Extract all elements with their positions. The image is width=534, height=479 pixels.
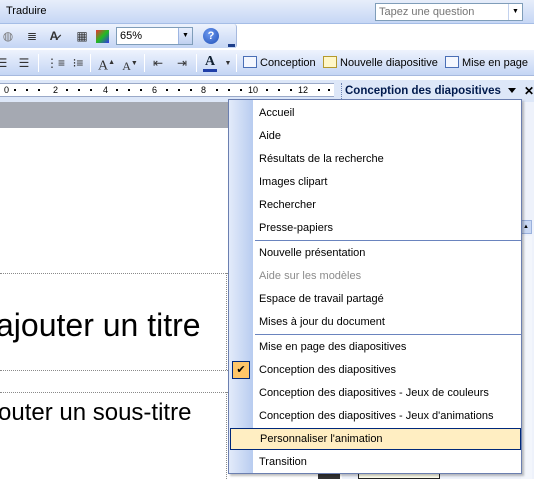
ask-question-box[interactable]: ▼ <box>375 3 523 21</box>
title-placeholder[interactable]: ajouter un titre <box>0 305 201 345</box>
menu-item-espace-travail-partage[interactable]: Espace de travail partagé <box>229 288 521 310</box>
placeholder-border <box>226 273 227 370</box>
menu-item-rechercher[interactable]: Rechercher <box>229 194 521 216</box>
menu-item-transition[interactable]: Transition <box>229 451 521 473</box>
menu-item-label: Mise en page des diapositives <box>259 341 407 353</box>
menu-item-label: Conception des diapositives - Jeux d'ani… <box>259 410 494 422</box>
menu-item-label: Conception des diapositives - Jeux de co… <box>259 387 489 399</box>
placeholder-border <box>226 392 227 479</box>
chevron-down-icon[interactable]: ▼ <box>220 56 236 72</box>
menu-item-label: Rechercher <box>259 199 316 211</box>
slide-area-top <box>0 102 228 128</box>
menu-item-label: Mises à jour du document <box>259 316 385 328</box>
new-slide-button[interactable]: Nouvelle diapositive <box>323 55 438 71</box>
menu-item-jeux-couleurs[interactable]: Conception des diapositives - Jeux de co… <box>229 382 521 404</box>
ruler-label: 8 <box>201 85 207 95</box>
conception-button[interactable]: Conception <box>243 55 316 71</box>
placeholder-border <box>0 273 228 274</box>
page-setup-button[interactable]: Mise en page <box>445 55 528 71</box>
menu-item-label: Aide sur les modèles <box>259 270 362 282</box>
horizontal-ruler[interactable]: 0 2 4 6 8 10 12 <box>0 83 334 97</box>
toolbar-separator <box>90 54 91 72</box>
menu-item-images-clipart[interactable]: Images clipart <box>229 171 521 193</box>
menu-item-jeux-animations[interactable]: Conception des diapositives - Jeux d'ani… <box>229 405 521 427</box>
ruler-label: 4 <box>103 85 109 95</box>
menu-separator <box>255 240 521 241</box>
ruler-label: 6 <box>152 85 158 95</box>
menu-item-label: Transition <box>259 456 307 468</box>
new-slide-label: Nouvelle diapositive <box>340 57 438 69</box>
menu-item-label: Presse-papiers <box>259 222 333 234</box>
help-icon[interactable]: ? <box>203 28 219 44</box>
placeholder-border <box>0 392 228 393</box>
page-setup-label: Mise en page <box>462 57 529 69</box>
ruler-label: 10 <box>248 85 259 95</box>
menu-separator <box>255 334 521 335</box>
menu-item-label: Nouvelle présentation <box>259 247 366 259</box>
numbered-list-icon[interactable]: ⋮≡ <box>46 55 65 71</box>
bullet-list-icon[interactable]: ⁝≡ <box>70 55 86 71</box>
toolbar-separator <box>144 54 145 72</box>
font-color-icon[interactable]: A <box>201 54 219 72</box>
menu-item-nouvelle-presentation[interactable]: Nouvelle présentation <box>229 242 521 264</box>
zoom-select[interactable]: 65% ▼ <box>116 27 193 45</box>
chevron-down-icon[interactable]: ▼ <box>508 4 522 20</box>
menu-item-personnaliser-animation[interactable]: Personnaliser l'animation <box>230 428 521 450</box>
formatting-icon[interactable]: A̷ <box>46 28 62 44</box>
conception-label: Conception <box>260 57 316 69</box>
menu-traduire[interactable]: Traduire <box>6 5 47 17</box>
toolbar-separator <box>38 54 39 72</box>
expand-icon[interactable]: ≣ <box>24 28 40 44</box>
menu-item-conception-diapositives[interactable]: ✔ Conception des diapositives <box>229 359 521 381</box>
ruler-label: 2 <box>53 85 59 95</box>
menu-item-label: Aide <box>259 130 282 142</box>
ruler-label: 12 <box>298 85 309 95</box>
ruler-label: 0 <box>4 85 10 95</box>
menu-item-label: Conception des diapositives <box>259 364 396 376</box>
menu-item-label: Résultats de la recherche <box>259 153 384 165</box>
toolbar-separator <box>196 54 197 72</box>
grid-icon[interactable]: ▦ <box>74 28 90 44</box>
menu-item-resultats-recherche[interactable]: Résultats de la recherche <box>229 148 521 170</box>
close-icon[interactable]: ✕ <box>524 84 534 98</box>
design-icon <box>243 56 257 68</box>
taskpane-title[interactable]: Conception des diapositives <box>345 83 501 99</box>
menu-item-accueil[interactable]: Accueil <box>229 102 521 124</box>
toolbar-options-icon[interactable] <box>228 29 235 47</box>
menu-item-label: Images clipart <box>259 176 328 188</box>
decrease-indent-icon[interactable]: ⇤ <box>150 55 166 71</box>
menu-item-label: Personnaliser l'animation <box>260 433 383 445</box>
new-slide-icon <box>323 56 337 68</box>
decrease-font-icon[interactable]: A▼ <box>122 55 138 73</box>
menu-bar: Traduire ▼ <box>0 0 534 24</box>
menu-item-mise-en-page-diapositives[interactable]: Mise en page des diapositives <box>229 336 521 358</box>
menu-item-aide[interactable]: Aide <box>229 125 521 147</box>
align-center-icon[interactable]: ☰ <box>0 55 10 71</box>
chevron-down-icon[interactable] <box>508 88 516 93</box>
checkmark-icon: ✔ <box>232 361 250 379</box>
menu-item-presse-papiers[interactable]: Presse-papiers <box>229 217 521 239</box>
menu-item-label: Accueil <box>259 107 295 119</box>
increase-indent-icon[interactable]: ⇥ <box>174 55 190 71</box>
color-grayscale-icon[interactable] <box>96 30 109 43</box>
page-setup-icon <box>445 56 459 68</box>
menu-item-label: Espace de travail partagé <box>259 293 384 305</box>
permission-icon[interactable]: ◍ <box>0 28 16 44</box>
menu-item-aide-modeles: Aide sur les modèles <box>229 265 521 287</box>
pane-grip[interactable] <box>341 83 343 99</box>
align-right-icon[interactable]: ☰ <box>16 55 32 71</box>
increase-font-icon[interactable]: A▲ <box>98 54 115 74</box>
zoom-value: 65% <box>120 30 143 42</box>
menu-item-mises-a-jour-document[interactable]: Mises à jour du document <box>229 311 521 333</box>
subtitle-placeholder[interactable]: outer un sous-titre <box>0 397 191 429</box>
ask-question-input[interactable] <box>376 4 506 20</box>
placeholder-border <box>0 370 228 371</box>
chevron-down-icon[interactable]: ▼ <box>178 28 192 44</box>
taskpane-menu: Accueil Aide Résultats de la recherche I… <box>228 99 522 474</box>
scrollbar-track[interactable] <box>521 236 532 479</box>
toolbar-separator <box>236 54 237 72</box>
